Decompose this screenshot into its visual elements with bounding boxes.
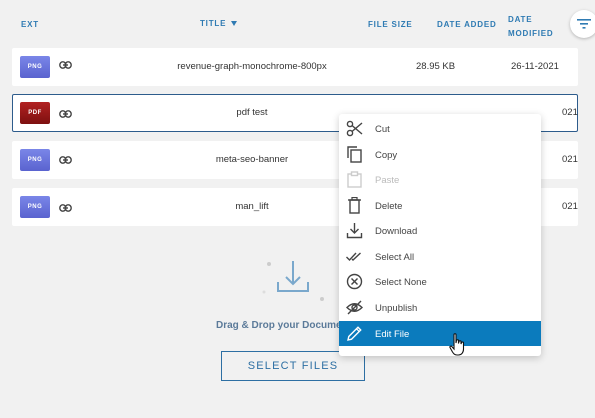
column-date-added[interactable]: DATE ADDED <box>437 20 497 29</box>
png-file-icon: PNG <box>20 196 50 218</box>
upload-drop-icon <box>262 261 324 301</box>
menu-item-download[interactable]: Download <box>339 218 541 243</box>
menu-item-label: Download <box>375 226 418 237</box>
trash-icon <box>348 197 361 214</box>
file-name: revenue-graph-monochrome-800px <box>177 61 327 72</box>
pencil-icon <box>347 326 362 341</box>
menu-item-unpublish[interactable]: Unpublish <box>339 295 541 320</box>
menu-item-select-none[interactable]: Select None <box>339 269 541 294</box>
table-row[interactable]: PNG revenue-graph-monochrome-800px 28.95… <box>12 48 578 86</box>
download-icon <box>346 223 363 239</box>
file-date: 021 <box>562 201 578 212</box>
copy-icon <box>347 146 362 163</box>
sort-down-icon <box>231 21 238 27</box>
menu-item-label: Unpublish <box>375 303 418 314</box>
pdf-file-icon: PDF <box>20 102 50 124</box>
menu-item-select-all[interactable]: Select All <box>339 244 541 269</box>
menu-item-label: Edit File <box>375 329 410 340</box>
png-file-icon: PNG <box>20 149 50 171</box>
filter-icon <box>577 19 591 29</box>
column-file-size[interactable]: FILE SIZE <box>368 20 413 29</box>
filter-button[interactable] <box>570 10 595 38</box>
circle-x-icon <box>346 273 363 290</box>
hand-cursor-icon <box>449 333 465 356</box>
link-icon[interactable] <box>59 61 72 69</box>
paste-icon <box>347 171 362 188</box>
link-icon[interactable] <box>59 110 72 118</box>
menu-item-paste[interactable]: Paste <box>339 167 541 192</box>
table-header: EXT TITLE FILE SIZE DATE ADDED DATE MODIF… <box>0 0 595 44</box>
context-menu: Cut Copy Paste Delete Download Select Al… <box>339 114 541 356</box>
column-ext[interactable]: EXT <box>21 20 39 29</box>
menu-item-label: Select None <box>375 277 427 288</box>
eye-off-icon <box>346 300 363 315</box>
menu-item-edit-file[interactable]: Edit File <box>339 321 541 346</box>
file-date: 021 <box>562 107 578 118</box>
scissors-icon <box>346 120 363 137</box>
menu-item-label: Paste <box>375 175 400 186</box>
double-check-icon <box>346 252 361 262</box>
png-file-icon: PNG <box>20 56 50 78</box>
dropzone-text: Drag & Drop your Docume <box>216 320 342 331</box>
column-date-modified-line2: MODIFIED <box>508 29 554 38</box>
menu-item-label: Copy <box>375 150 398 161</box>
column-title[interactable]: TITLE <box>200 19 238 28</box>
menu-item-label: Cut <box>375 124 390 135</box>
file-date: 26-11-2021 <box>511 61 559 72</box>
column-date-modified-line1: DATE <box>508 15 533 24</box>
menu-item-label: Select All <box>375 252 415 263</box>
menu-item-delete[interactable]: Delete <box>339 193 541 218</box>
file-date: 021 <box>562 154 578 165</box>
column-date-modified[interactable]: DATE MODIFIED <box>508 13 554 41</box>
link-icon[interactable] <box>59 156 72 164</box>
column-title-label: TITLE <box>200 19 227 28</box>
menu-item-copy[interactable]: Copy <box>339 142 541 167</box>
menu-item-label: Delete <box>375 201 403 212</box>
link-icon[interactable] <box>59 204 72 212</box>
menu-item-cut[interactable]: Cut <box>339 116 541 141</box>
file-size: 28.95 KB <box>416 61 456 72</box>
